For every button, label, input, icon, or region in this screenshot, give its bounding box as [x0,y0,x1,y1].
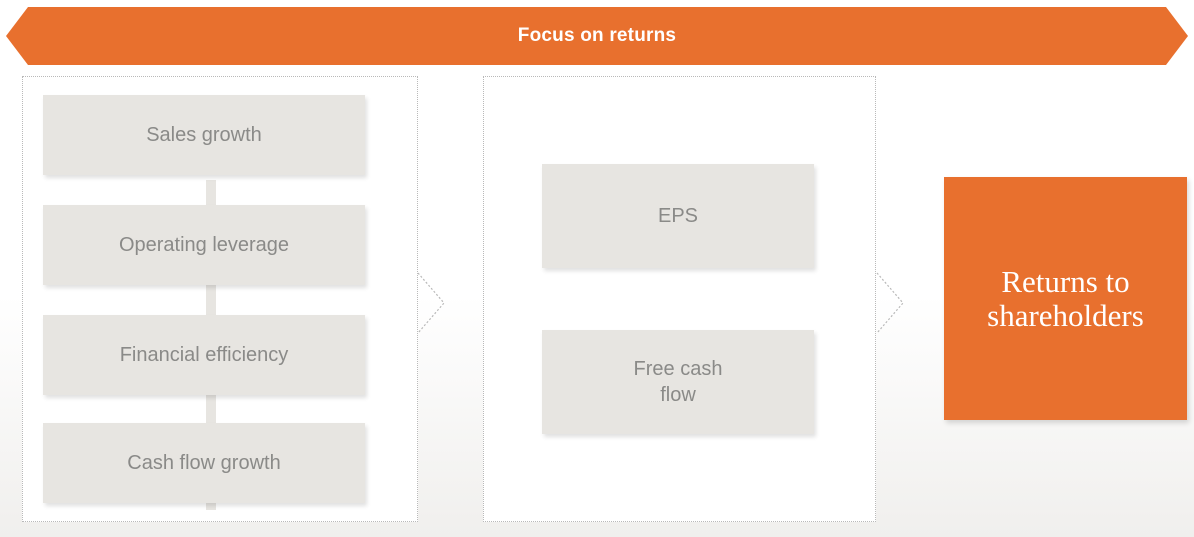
drivers-panel: Sales growth Operating leverage Financia… [22,76,418,522]
operating-leverage-box: Operating leverage [43,205,365,285]
returns-to-shareholders-label: Returns to shareholders [987,263,1144,333]
banner-title: Focus on returns [517,25,677,46]
returns-to-shareholders-box: Returns to shareholders [944,177,1187,420]
financial-efficiency-box: Financial efficiency [43,315,365,395]
chevron-right-icon [417,272,445,334]
eps-label: EPS [657,205,699,227]
cash-flow-growth-label: Cash flow growth [127,452,281,474]
sales-growth-box: Sales growth [43,95,365,175]
financial-efficiency-label: Financial efficiency [119,344,289,366]
operating-leverage-label: Operating leverage [118,234,290,256]
free-cash-flow-box: Free cash flow [542,330,814,434]
free-cash-flow-label: Free cash flow [633,358,723,406]
eps-box: EPS [542,164,814,268]
focus-banner: Focus on returns [6,7,1188,65]
chevron-right-icon [876,272,904,334]
cash-flow-growth-box: Cash flow growth [43,423,365,503]
metrics-panel: EPS Free cash flow [483,76,876,522]
sales-growth-label: Sales growth [146,124,262,146]
